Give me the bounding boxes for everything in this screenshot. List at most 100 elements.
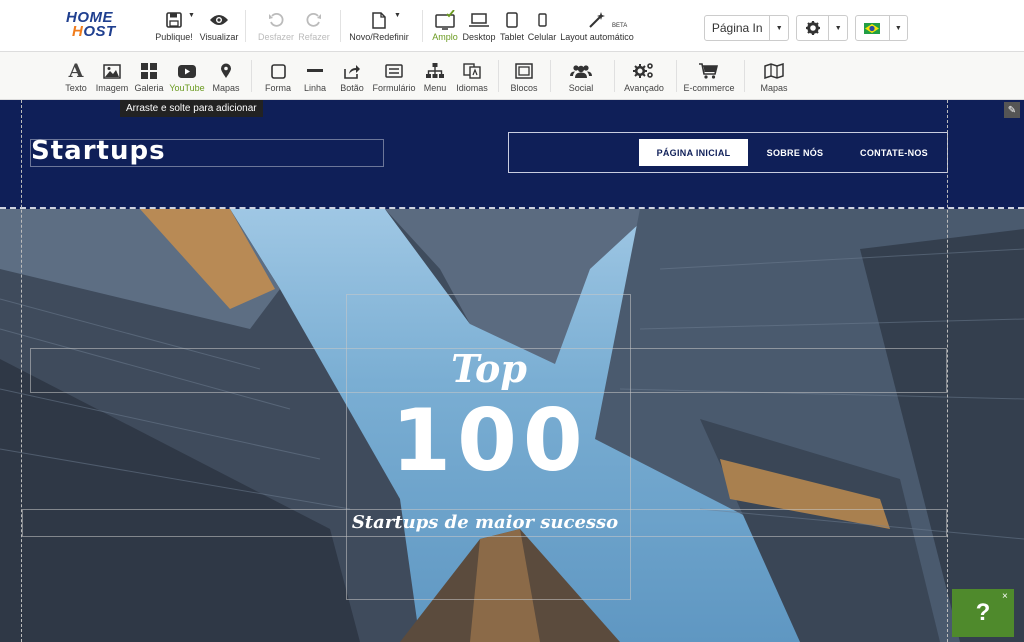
settings-dropdown[interactable]: ▼ — [796, 15, 848, 41]
separator — [676, 60, 677, 92]
languages-tool[interactable]: Idiomas — [454, 59, 490, 93]
gallery-grid-icon — [133, 59, 165, 83]
button-tool[interactable]: Botão — [337, 59, 367, 93]
social-tool-label: Social — [568, 83, 594, 93]
separator — [498, 60, 499, 92]
shape-tool-label: Forma — [264, 83, 291, 93]
beta-badge: BETA — [612, 23, 628, 29]
desktop-view-button[interactable]: Desktop — [462, 8, 496, 42]
button-tool-label: Botão — [340, 83, 364, 93]
wide-monitor-icon — [430, 8, 460, 32]
tablet-label: Tablet — [499, 32, 525, 42]
map-pin-icon — [210, 59, 242, 83]
maps-advanced-tool[interactable]: Mapas — [756, 59, 792, 93]
maps-tool[interactable]: Mapas — [210, 59, 242, 93]
homehost-logo[interactable]: HOME HOST — [66, 10, 146, 41]
editor-canvas[interactable]: Startups PÁGINA INICIAL SOBRE NÓS CONTAT… — [0, 100, 1024, 642]
maps-advanced-label: Mapas — [760, 83, 788, 93]
mobile-view-button[interactable]: Celular — [527, 8, 557, 42]
advanced-tool[interactable]: Avançado — [622, 59, 666, 93]
text-a-icon: A — [68, 60, 84, 82]
desktop-label: Desktop — [462, 32, 496, 42]
laptop-icon — [462, 8, 496, 32]
youtube-icon — [168, 59, 206, 83]
line-icon — [300, 59, 330, 83]
maps-tool-label: Mapas — [212, 83, 240, 93]
left-guide-line — [21, 100, 22, 642]
chevron-down-icon: ▼ — [894, 24, 902, 32]
translate-icon — [454, 59, 490, 83]
help-close-icon[interactable]: × — [1002, 591, 1008, 602]
ecommerce-tool-label: E-commerce — [683, 83, 735, 93]
shape-tool[interactable]: Forma — [262, 59, 294, 93]
publish-caret-icon[interactable]: ▼ — [188, 12, 195, 19]
sitemap-icon — [420, 59, 450, 83]
redo-icon — [296, 8, 332, 32]
hero-top-text[interactable]: Top — [348, 346, 630, 391]
ecommerce-tool[interactable]: E-commerce — [683, 59, 735, 93]
wide-view-button[interactable]: Amplo — [430, 8, 460, 42]
share-button-icon — [337, 59, 367, 83]
tablet-view-button[interactable]: Tablet — [498, 8, 526, 42]
separator — [744, 60, 745, 92]
advanced-tool-label: Avançado — [624, 83, 664, 93]
undo-icon — [256, 8, 296, 32]
logo-line2: HOST — [72, 23, 116, 40]
chevron-down-icon: ▼ — [775, 24, 783, 32]
separator — [550, 60, 551, 92]
right-guide-line — [947, 100, 948, 642]
image-tool[interactable]: Imagem — [95, 59, 129, 93]
blocks-tool-label: Blocos — [510, 83, 538, 93]
line-tool[interactable]: Linha — [300, 59, 330, 93]
mobile-phone-icon — [527, 8, 557, 32]
chevron-down-icon: ▼ — [834, 24, 842, 32]
users-icon — [563, 59, 599, 83]
preview-label: Visualizar — [199, 32, 239, 42]
social-tool[interactable]: Social — [563, 59, 599, 93]
separator — [614, 60, 615, 92]
element-toolbar: A Texto Imagem Galeria YouTube Mapas For… — [0, 52, 1024, 119]
gallery-tool-label: Galeria — [134, 83, 164, 93]
preview-button[interactable]: Visualizar — [199, 8, 239, 42]
square-shape-icon — [262, 59, 294, 83]
text-tool[interactable]: A Texto — [61, 59, 91, 93]
nav-item-about[interactable]: SOBRE NÓS — [756, 139, 834, 166]
new-reset-caret-icon[interactable]: ▼ — [394, 12, 401, 19]
auto-layout-label: Layout automático — [560, 32, 634, 42]
tablet-icon — [498, 8, 526, 32]
languages-tool-label: Idiomas — [456, 83, 488, 93]
blocks-tool[interactable]: Blocos — [507, 59, 541, 93]
edit-pencil-icon[interactable]: ✎ — [1004, 102, 1020, 118]
hero-number-text[interactable]: 100 — [340, 396, 640, 486]
help-question-icon: ? — [975, 599, 991, 626]
wide-label: Amplo — [432, 32, 458, 42]
shopping-cart-icon — [683, 59, 735, 83]
mobile-label: Celular — [527, 32, 557, 42]
menu-tool[interactable]: Menu — [420, 59, 450, 93]
image-tool-label: Imagem — [95, 83, 129, 93]
page-select-dropdown[interactable]: Página In ▼ — [704, 15, 789, 41]
undo-button[interactable]: Desfazer — [256, 8, 296, 42]
form-icon — [372, 59, 416, 83]
gallery-tool[interactable]: Galeria — [133, 59, 165, 93]
new-reset-label: Novo/Redefinir — [349, 32, 409, 42]
nav-item-home[interactable]: PÁGINA INICIAL — [639, 139, 748, 166]
redo-button[interactable]: Refazer — [296, 8, 332, 42]
form-tool-label: Formulário — [372, 83, 416, 93]
site-brand-title[interactable]: Startups — [31, 136, 166, 166]
menu-tool-label: Menu — [423, 83, 447, 93]
publish-label: Publique! — [155, 32, 193, 42]
youtube-tool[interactable]: YouTube — [168, 59, 206, 93]
separator — [245, 10, 246, 42]
separator — [422, 10, 423, 42]
nav-item-contact[interactable]: CONTATE-NOS — [846, 139, 942, 166]
hero-subtitle-text[interactable]: Startups de maior sucesso — [330, 512, 640, 533]
youtube-tool-label: YouTube — [169, 83, 205, 93]
language-dropdown[interactable]: ▼ — [855, 15, 908, 41]
form-tool[interactable]: Formulário — [372, 59, 416, 93]
gears-icon — [622, 59, 666, 83]
drag-drop-tooltip: Arraste e solte para adicionar — [120, 100, 263, 117]
text-tool-label: Texto — [65, 83, 87, 93]
line-tool-label: Linha — [303, 83, 327, 93]
separator — [340, 10, 341, 42]
